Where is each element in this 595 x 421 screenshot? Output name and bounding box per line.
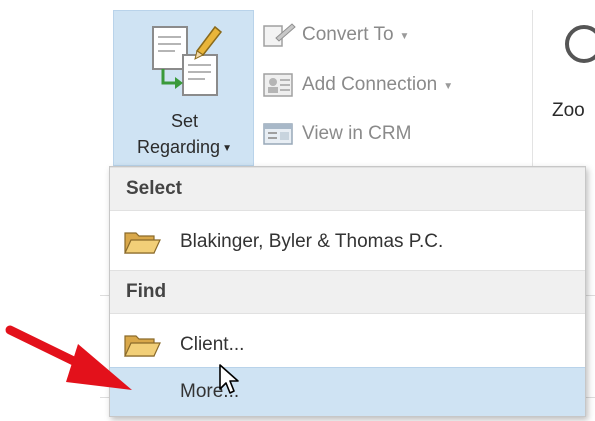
ribbon: Set Regarding ▼ Convert To ▼ Add Connecti… [0, 0, 595, 175]
chevron-down-icon: ▼ [443, 80, 454, 92]
set-regarding-label-line2: Regarding ▼ [114, 137, 255, 158]
mouse-pointer-icon [219, 364, 239, 394]
set-regarding-label-line1: Set [170, 111, 199, 131]
set-regarding-button[interactable]: Set Regarding ▼ [113, 10, 254, 166]
menu-section-header-select: Select [110, 167, 585, 211]
red-arrow-annotation [5, 325, 132, 390]
menu-item-blakinger[interactable]: Blakinger, Byler & Thomas P.C. [110, 217, 585, 267]
convert-to-button[interactable]: Convert To ▼ [262, 20, 409, 50]
connection-icon [263, 73, 293, 97]
folder-icon [124, 232, 161, 254]
menu-section-header-find: Find [110, 270, 585, 314]
add-connection-button[interactable]: Add Connection ▼ [262, 70, 453, 100]
set-regarding-icon [152, 25, 223, 96]
menu-item-label: Client... [180, 334, 245, 355]
chevron-down-icon: ▼ [399, 30, 410, 42]
chevron-down-icon: ▼ [222, 142, 232, 154]
menu-item-client[interactable]: Client... [110, 320, 585, 370]
menu-item-more[interactable]: More... [110, 367, 585, 416]
ribbon-group-divider [532, 10, 533, 170]
convert-icon [263, 23, 296, 47]
zoom-icon[interactable] [562, 22, 595, 78]
convert-to-label: Convert To [302, 24, 394, 45]
add-connection-label: Add Connection [302, 74, 438, 95]
crm-icon [263, 123, 293, 145]
menu-item-label: Blakinger, Byler & Thomas P.C. [180, 231, 444, 252]
view-in-crm-label: View in CRM [302, 123, 412, 144]
zoom-label[interactable]: Zoo [552, 100, 585, 122]
set-regarding-dropdown-menu: Select Blakinger, Byler & Thomas P.C. Fi… [109, 166, 586, 417]
set-regarding-label-text: Regarding [137, 137, 221, 157]
view-in-crm-button[interactable]: View in CRM [262, 119, 411, 149]
